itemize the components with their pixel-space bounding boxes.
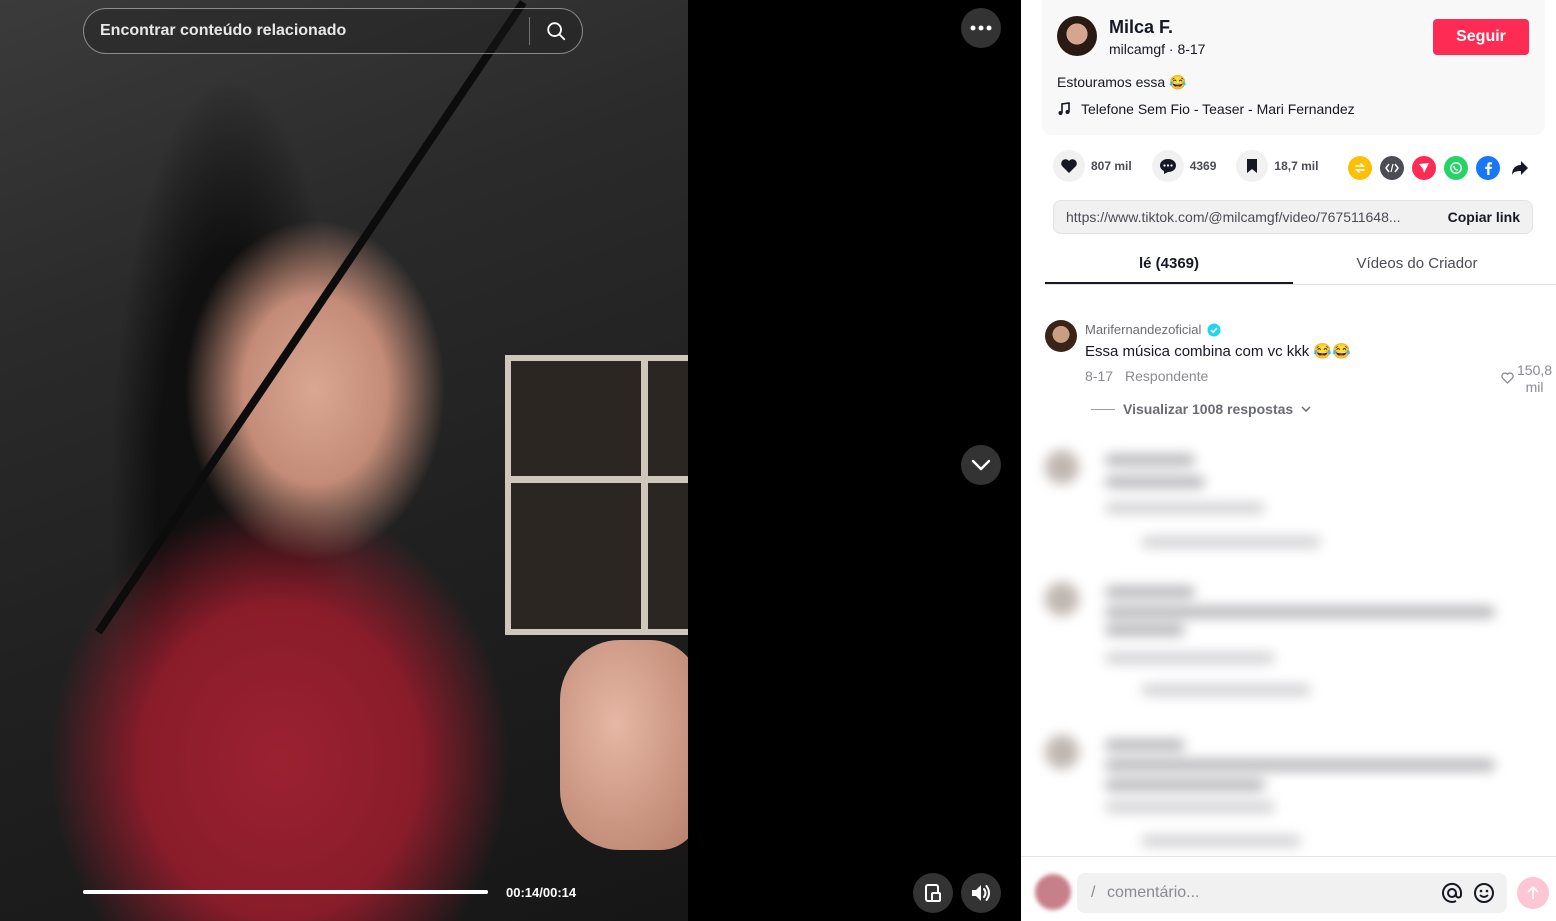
my-avatar	[1035, 874, 1071, 910]
embed-icon	[1385, 163, 1399, 173]
comment-reply-button[interactable]: Respondente	[1125, 368, 1208, 384]
save-button[interactable]: 18,7 mil	[1236, 150, 1318, 182]
emoji-icon[interactable]	[1473, 882, 1495, 904]
comment-button[interactable]: 4369	[1151, 150, 1217, 182]
replies-divider	[1091, 408, 1115, 410]
comment-count: 4369	[1189, 159, 1217, 173]
comment-composer: /	[1021, 856, 1556, 921]
tab-comments[interactable]: lé (4369)	[1045, 243, 1293, 284]
author-card: Milca F. milcamgf · 8-17 Seguir Estouram…	[1042, 0, 1545, 135]
comment-icon	[1159, 158, 1176, 174]
share-arrow-icon	[1512, 161, 1528, 175]
tiktok-video-page: 00:14/00:14 Milca F. milcamgf · 8-17 Seg…	[0, 0, 1556, 921]
post-comment-button[interactable]	[1517, 877, 1549, 909]
embed-button[interactable]	[1380, 156, 1404, 180]
comment-like-unit: mil	[1525, 379, 1544, 395]
verified-badge-icon	[1207, 323, 1221, 336]
facebook-button[interactable]	[1476, 156, 1500, 180]
comment-like-button[interactable]: 150,8 mil	[1501, 362, 1552, 396]
comment-input[interactable]	[1077, 884, 1441, 902]
heart-outline-icon	[1501, 372, 1514, 384]
blurred-comment	[1041, 582, 1556, 702]
slash-icon: /	[1091, 884, 1096, 901]
video-time: 00:14/00:14	[506, 885, 577, 900]
bookmark-icon	[1247, 159, 1258, 173]
send-to-friends-button[interactable]	[1412, 156, 1436, 180]
search-icon	[547, 22, 566, 41]
background-shelf	[505, 355, 688, 635]
related-search-input[interactable]	[84, 22, 529, 40]
details-panel: Milca F. milcamgf · 8-17 Seguir Estouram…	[1021, 0, 1556, 921]
video-link-box: https://www.tiktok.com/@milcamgf/video/7…	[1053, 200, 1533, 234]
author-handle-date: milcamgf · 8-17	[1109, 41, 1206, 57]
music-link[interactable]: Telefone Sem Fio - Teaser - Mari Fernand…	[1057, 101, 1355, 117]
facebook-icon	[1485, 162, 1492, 175]
like-count: 807 mil	[1091, 159, 1132, 173]
follow-button[interactable]: Seguir	[1433, 19, 1529, 55]
video-hand	[560, 640, 688, 850]
mention-icon[interactable]	[1441, 882, 1463, 904]
comment-input-box: /	[1077, 873, 1507, 913]
comment-like-count: 150,8	[1517, 362, 1553, 378]
arrow-up-icon	[1527, 886, 1539, 899]
send-icon	[1419, 163, 1429, 173]
video-player[interactable]: 00:14/00:14	[0, 0, 688, 921]
volume-icon	[972, 885, 990, 901]
more-options-button[interactable]	[961, 8, 1001, 48]
view-replies-button[interactable]: Visualizar 1008 respostas	[1091, 401, 1311, 417]
comment-date: 8-17	[1085, 368, 1114, 384]
author-avatar[interactable]	[1057, 16, 1097, 56]
video-progress-fill	[83, 890, 488, 894]
view-replies-label: Visualizar 1008 respostas	[1123, 401, 1294, 417]
blurred-comment	[1041, 450, 1556, 560]
more-icon	[970, 25, 992, 31]
related-search-bar	[83, 8, 583, 54]
video-url[interactable]: https://www.tiktok.com/@milcamgf/video/7…	[1054, 209, 1436, 225]
more-share-button[interactable]	[1508, 156, 1532, 180]
volume-button[interactable]	[961, 873, 1001, 913]
blurred-comment	[1041, 735, 1556, 850]
video-progress-bar[interactable]	[83, 890, 488, 894]
commenter-avatar[interactable]	[1045, 320, 1077, 352]
video-caption: Estouramos essa 😂	[1057, 74, 1187, 90]
engagement-stats: 807 mil 4369 18,7 mil	[1053, 150, 1338, 182]
next-video-button[interactable]	[961, 445, 1001, 485]
whatsapp-icon	[1450, 162, 1462, 174]
chevron-down-icon	[971, 459, 991, 471]
chevron-down-icon	[1301, 406, 1311, 412]
music-title: Telefone Sem Fio - Teaser - Mari Fernand…	[1081, 101, 1355, 117]
tab-creator-videos[interactable]: Vídeos do Criador	[1293, 243, 1541, 284]
whatsapp-button[interactable]	[1444, 156, 1468, 180]
comment-user[interactable]: Marifernandezoficial	[1085, 322, 1221, 337]
music-note-icon	[1058, 102, 1070, 115]
repost-button[interactable]	[1348, 156, 1372, 180]
heart-icon	[1061, 159, 1077, 173]
copy-link-button[interactable]: Copiar link	[1436, 209, 1532, 225]
comment-text: Essa música combina com vc kkk 😂😂	[1085, 343, 1351, 360]
author-name[interactable]: Milca F.	[1109, 17, 1173, 38]
like-button[interactable]: 807 mil	[1053, 150, 1132, 182]
search-button[interactable]	[530, 8, 582, 54]
floating-player-button[interactable]	[913, 873, 953, 913]
repost-icon	[1355, 163, 1365, 173]
save-count: 18,7 mil	[1274, 159, 1319, 173]
comment-username: Marifernandezoficial	[1085, 322, 1202, 337]
comment-meta: 8-17 Respondente	[1085, 368, 1208, 384]
floating-player-icon	[925, 884, 941, 902]
ceiling-track-light	[95, 0, 527, 635]
panel-tabs: lé (4369) Vídeos do Criador	[1045, 243, 1556, 285]
